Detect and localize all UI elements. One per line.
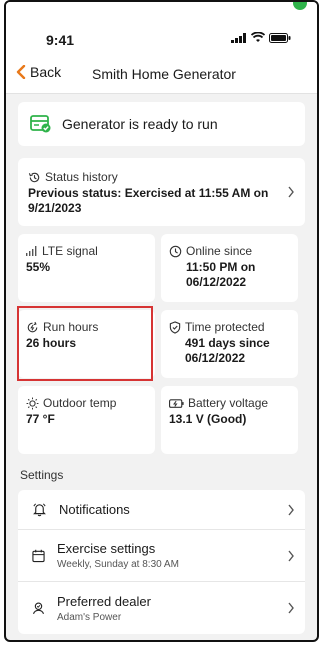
status-icons <box>231 32 291 43</box>
calendar-icon <box>32 549 45 562</box>
tile-run-hours: Run hours 26 hours <box>18 310 155 378</box>
battery-voltage-value: 13.1 V (Good) <box>169 412 247 426</box>
tile-outdoor-temp: Outdoor temp 77 °F <box>18 386 155 454</box>
page-title: Smith Home Generator <box>92 66 236 82</box>
settings-item-preferred-dealer[interactable]: Preferred dealer Adam's Power <box>18 582 305 634</box>
run-hours-value: 26 hours <box>26 336 77 350</box>
time-protected-value: 491 days since 06/12/2022 <box>185 336 270 365</box>
time-protected-label: Time protected <box>185 320 265 334</box>
chevron-left-icon <box>16 65 26 79</box>
chevron-right-icon <box>288 504 294 515</box>
status-history-card[interactable]: Status history Previous status: Exercise… <box>18 158 305 226</box>
clock-icon <box>169 245 182 257</box>
exercise-settings-title: Exercise settings <box>57 541 156 556</box>
main-content: Generator is ready to run Status history… <box>6 94 317 634</box>
notifications-title: Notifications <box>59 502 130 517</box>
run-hours-label: Run hours <box>43 320 99 334</box>
battery-icon <box>269 33 291 43</box>
settings-section-label: Settings <box>20 468 64 482</box>
battery-charging-icon <box>169 398 184 408</box>
generator-ready-card: Generator is ready to run <box>18 102 305 146</box>
sun-icon <box>26 397 39 409</box>
settings-list: Notifications Exercise settings Weekly, … <box>18 490 305 634</box>
metrics-grid: LTE signal 55% Online since 11:50 PM on … <box>18 234 305 454</box>
settings-item-exercise[interactable]: Exercise settings Weekly, Sunday at 8:30… <box>18 530 305 582</box>
history-icon <box>28 172 40 182</box>
status-bar: 9:41 <box>6 2 317 54</box>
online-since-label: Online since <box>186 244 253 258</box>
run-hours-icon <box>27 321 38 332</box>
preferred-dealer-subtitle: Adam's Power <box>57 611 122 623</box>
generator-ready-icon <box>30 115 51 133</box>
chevron-right-icon <box>288 602 294 614</box>
battery-voltage-label: Battery voltage <box>188 396 269 410</box>
online-since-value: 11:50 PM on 06/12/2022 <box>186 260 256 289</box>
status-history-label-row: Status history <box>28 170 277 184</box>
tile-online-since: Online since 11:50 PM on 06/12/2022 <box>161 234 298 302</box>
nav-bar: Back Smith Home Generator <box>6 54 317 94</box>
shield-check-icon <box>169 320 181 334</box>
cellular-signal-icon <box>231 33 246 43</box>
dealer-icon <box>32 602 45 615</box>
preferred-dealer-title: Preferred dealer <box>57 593 151 609</box>
chevron-right-icon <box>288 186 294 198</box>
tile-time-protected: Time protected 491 days since 06/12/2022 <box>161 310 298 378</box>
wifi-icon <box>251 32 265 42</box>
chevron-right-icon <box>288 550 294 561</box>
tile-lte-signal: LTE signal 55% <box>18 234 155 302</box>
signal-bars-icon <box>26 246 37 256</box>
status-dot <box>293 2 307 10</box>
lte-signal-value: 55% <box>26 260 51 274</box>
status-history-value: Previous status: Exercised at 11:55 AM o… <box>28 186 269 215</box>
back-button[interactable]: Back <box>16 64 61 80</box>
outdoor-temp-label: Outdoor temp <box>43 396 117 410</box>
back-label: Back <box>30 64 62 80</box>
lte-signal-label: LTE signal <box>42 244 98 258</box>
generator-ready-text: Generator is ready to run <box>62 116 218 132</box>
outdoor-temp-value: 77 °F <box>26 412 55 426</box>
status-history-label: Status history <box>45 170 118 184</box>
status-time: 9:41 <box>46 32 75 48</box>
bell-icon <box>33 503 46 517</box>
exercise-settings-subtitle: Weekly, Sunday at 8:30 AM <box>57 559 179 570</box>
settings-item-notifications[interactable]: Notifications <box>18 490 305 530</box>
tile-battery-voltage: Battery voltage 13.1 V (Good) <box>161 386 298 454</box>
phone-frame: 9:41 Back Smith Home Generator Generator… <box>4 0 319 642</box>
